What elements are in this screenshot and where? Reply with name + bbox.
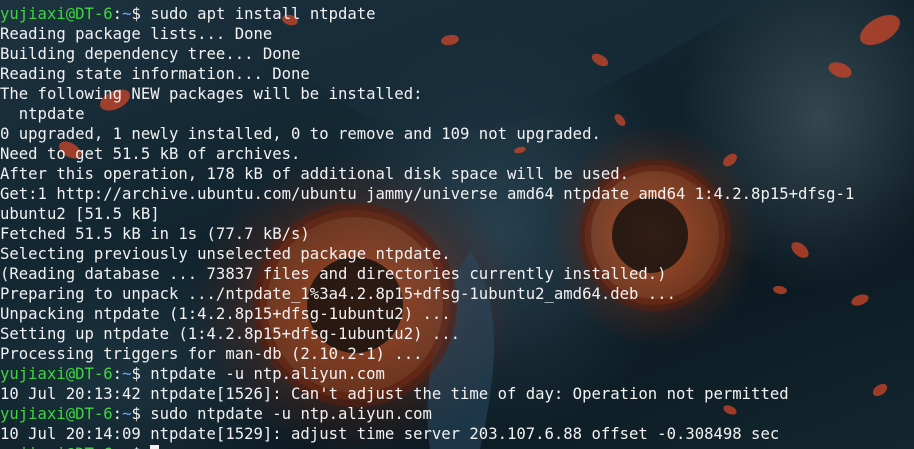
prompt-line: yujiaxi@DT-6:~$ sudo ntpdate -u ntp.aliy… xyxy=(0,404,854,424)
prompt-separator: : xyxy=(112,365,123,383)
prompt-separator: : xyxy=(113,445,122,449)
output-line: Reading state information... Done xyxy=(0,65,310,83)
output-line: Preparing to unpack .../ntpdate_1%3a4.2.… xyxy=(0,285,676,303)
output-line: Reading package lists... Done xyxy=(0,25,273,43)
prompt-symbol: $ xyxy=(131,365,151,383)
prompt-line: yujiaxi@DT-6:~$ ntpdate -u ntp.aliyun.co… xyxy=(0,364,854,384)
output-line: ubuntu2 [51.5 kB] xyxy=(0,205,160,223)
output-line: Fetched 51.5 kB in 1s (77.7 kB/s) xyxy=(0,225,310,243)
output-line: 10 Jul 20:13:42 ntpdate[1526]: Can't adj… xyxy=(0,385,789,403)
output-line: 10 Jul 20:14:09 ntpdate[1529]: adjust ti… xyxy=(0,425,780,443)
text-cursor xyxy=(150,445,160,449)
output-line: Need to get 51.5 kB of archives. xyxy=(0,145,301,163)
output-line: Selecting previously unselected package … xyxy=(0,245,451,263)
output-line: (Reading database ... 73837 files and di… xyxy=(0,265,667,283)
prompt-user-host: yujiaxi@DT-6 xyxy=(0,405,113,423)
output-line: Unpacking ntpdate (1:4.2.8p15+dfsg-1ubun… xyxy=(0,305,451,323)
prompt-separator: : xyxy=(112,405,123,423)
terminal-window[interactable]: yujiaxi@DT-6:~$ sudo apt install ntpdate… xyxy=(0,0,914,449)
prompt-line-partial: yujiaxi@DT-6:~$ xyxy=(0,444,160,449)
output-line: The following NEW packages will be insta… xyxy=(0,85,423,103)
prompt-user-host: yujiaxi@DT-6 xyxy=(0,445,113,449)
prompt-line: yujiaxi@DT-6:~$ sudo apt install ntpdate xyxy=(0,4,854,24)
prompt-separator: : xyxy=(112,5,123,23)
output-line: Processing triggers for man-db (2.10.2-1… xyxy=(0,345,423,363)
output-line: Building dependency tree... Done xyxy=(0,45,301,63)
prompt-symbol: $ xyxy=(131,405,151,423)
command-text: ntpdate -u ntp.aliyun.com xyxy=(150,365,385,383)
prompt-symbol: $ xyxy=(131,445,150,449)
prompt-user-host: yujiaxi@DT-6 xyxy=(0,5,113,23)
prompt-symbol: $ xyxy=(131,5,151,23)
output-line: Get:1 http://archive.ubuntu.com/ubuntu j… xyxy=(0,185,855,203)
output-line: Setting up ntpdate (1:4.2.8p15+dfsg-1ubu… xyxy=(0,325,461,343)
command-text: sudo ntpdate -u ntp.aliyun.com xyxy=(150,405,432,423)
terminal-output: yujiaxi@DT-6:~$ sudo apt install ntpdate… xyxy=(0,4,854,444)
prompt-user-host: yujiaxi@DT-6 xyxy=(0,365,113,383)
output-line: After this operation, 178 kB of addition… xyxy=(0,165,630,183)
output-line: 0 upgraded, 1 newly installed, 0 to remo… xyxy=(0,125,601,143)
output-line: ntpdate xyxy=(0,105,85,123)
command-text: sudo apt install ntpdate xyxy=(150,5,376,23)
